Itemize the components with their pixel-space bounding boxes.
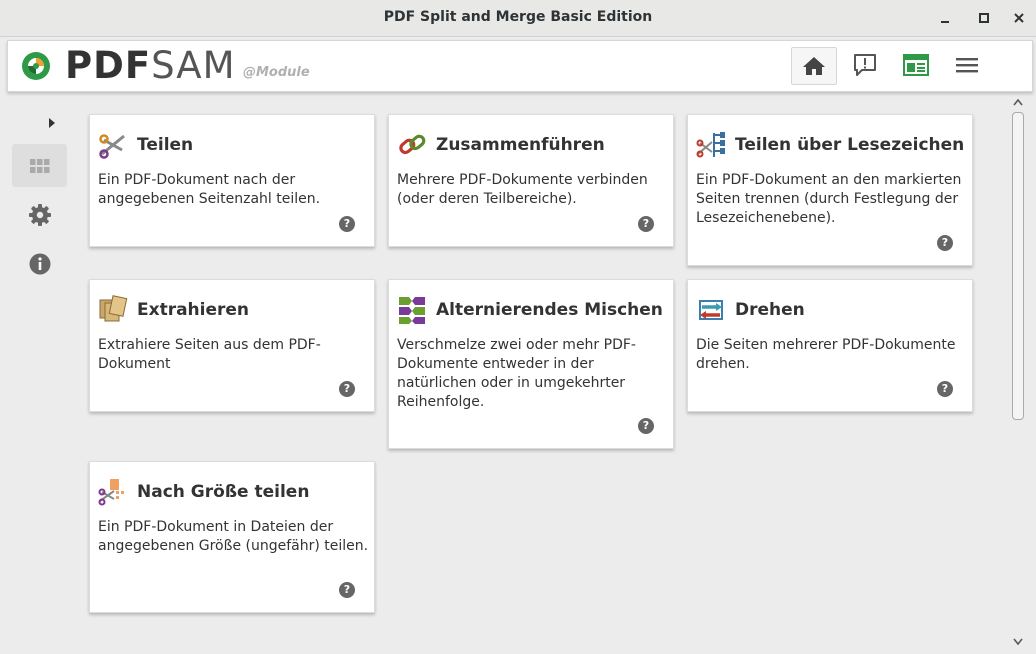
help-icon[interactable]: ? [339,381,355,397]
logo-pdf-text: PDF [65,44,152,87]
feedback-icon [854,54,876,76]
main-menu-button[interactable] [945,47,989,83]
module-title: Nach Größe teilen [137,482,310,502]
minimize-button[interactable] [936,9,954,27]
module-card-alternate-mix[interactable]: Alternierendes Mischen Verschmelze zwei … [388,279,674,449]
close-icon [1014,13,1024,23]
module-description: Extrahiere Seiten aus dem PDF-Dokument [98,337,321,372]
extract-pages-icon [99,295,128,322]
rotate-icon [699,300,723,320]
maximize-button[interactable] [975,9,993,27]
scissors-icon [99,134,125,159]
module-title: Extrahieren [137,300,250,320]
home-icon [803,57,825,75]
module-title: Drehen [735,300,805,320]
module-title: Zusammenführen [436,135,605,155]
window-titlebar: PDF Split and Merge Basic Edition [0,0,1036,37]
logo-module-label: @Module [243,65,310,80]
scroll-up-arrow-icon[interactable] [1010,96,1026,108]
sidebar-item-settings[interactable] [26,201,54,229]
help-icon[interactable]: ? [638,216,654,232]
logo-sam-text: SAM [151,44,236,87]
info-icon [29,253,51,275]
maximize-icon [979,13,989,23]
help-icon[interactable]: ? [339,216,355,232]
pdfsam-logo: PDFSAM [65,44,236,88]
module-description: Ein PDF-Dokument an den markierten Seite… [696,172,962,226]
module-card-split[interactable]: Teilen Ein PDF-Dokument nach der angegeb… [89,114,375,247]
help-icon[interactable]: ? [937,381,953,397]
app-header: PDFSAM @Module [7,40,1033,92]
module-title: Teilen [137,135,194,155]
settings-gear-icon [29,204,51,226]
expand-arrow-icon [49,118,55,128]
module-card-extract[interactable]: Extrahieren Extrahiere Seiten aus dem PD… [89,279,375,412]
news-icon [903,54,929,76]
module-card-split-by-bookmarks[interactable]: Teilen über Lesezeichen Ein PDF-Dokument… [687,114,973,266]
help-icon[interactable]: ? [937,235,953,251]
window-title: PDF Split and Merge Basic Edition [383,9,653,25]
module-title: Alternierendes Mischen [436,300,663,320]
module-description: Verschmelze zwei oder mehr PDF-Dokumente… [397,337,636,410]
close-button[interactable] [1010,9,1028,27]
news-button[interactable] [894,47,938,83]
alternate-mix-icon [399,297,425,324]
menu-icon [956,58,978,73]
sidebar-expand-button[interactable] [44,114,60,132]
scroll-down-arrow-icon[interactable] [1010,636,1026,648]
help-icon[interactable]: ? [339,582,355,598]
minimize-icon [941,21,949,23]
module-description: Die Seiten mehrerer PDF-Dokumente drehen… [696,337,956,372]
sidebar-item-modules[interactable] [12,144,67,187]
pdfsam-logo-icon [22,52,50,80]
scrollbar-thumb[interactable] [1012,112,1024,420]
module-card-merge[interactable]: Zusammenführen Mehrere PDF-Dokumente ver… [388,114,674,247]
module-description: Mehrere PDF-Dokumente verbinden (oder de… [397,172,648,207]
split-by-size-icon [98,479,124,506]
module-description: Ein PDF-Dokument in Dateien der angegebe… [98,519,369,554]
sidebar-item-info[interactable] [26,250,54,278]
feedback-button[interactable] [843,47,887,83]
chain-link-icon [399,134,426,155]
bookmark-tree-scissors-icon [696,132,725,158]
module-card-rotate[interactable]: Drehen Die Seiten mehrerer PDF-Dokumente… [687,279,973,412]
help-icon[interactable]: ? [638,418,654,434]
module-description: Ein PDF-Dokument nach der angegebenen Se… [98,172,321,207]
vertical-scrollbar[interactable] [1010,96,1026,648]
modules-grid-icon [29,158,49,173]
home-button[interactable] [791,47,837,85]
module-card-split-by-size[interactable]: Nach Größe teilen Ein PDF-Dokument in Da… [89,461,375,613]
module-title: Teilen über Lesezeichen [735,135,965,155]
